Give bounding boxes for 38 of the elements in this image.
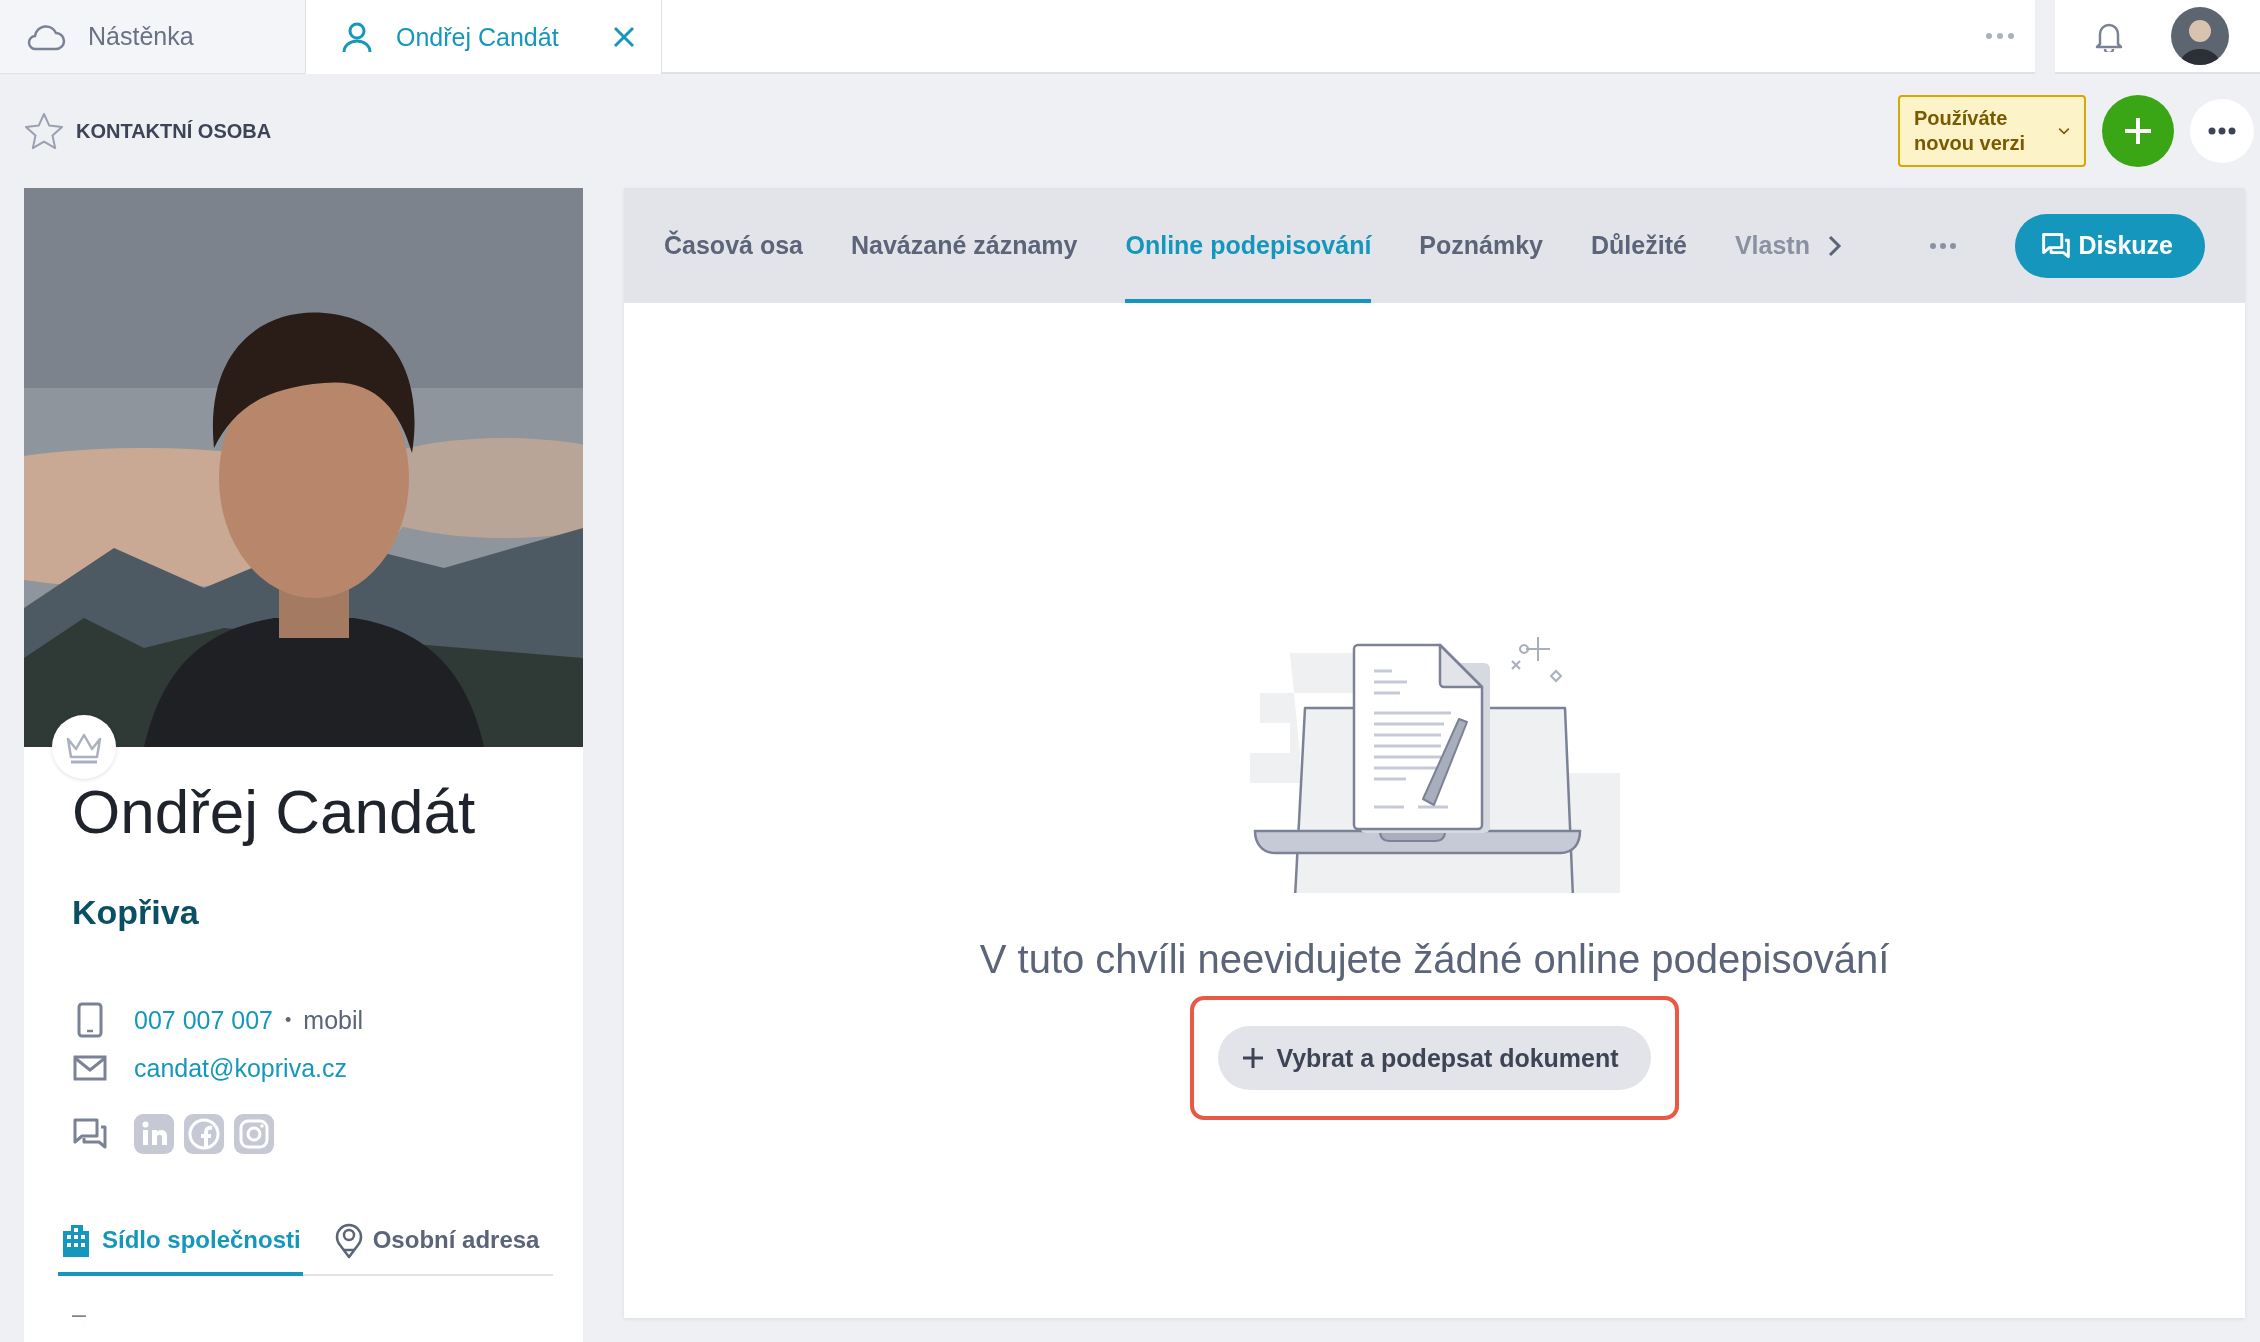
tab[interactable]: Navázané záznamy (850, 188, 1078, 303)
crown-button[interactable] (52, 715, 116, 779)
tab[interactable]: Ondřej Candát (305, 0, 662, 74)
address-tab[interactable]: Osobní adresa (332, 1208, 542, 1277)
person-icon (340, 20, 374, 54)
tab[interactable]: Online podepisování (1125, 188, 1372, 303)
tab[interactable]: Poznámky (1419, 188, 1544, 303)
email-link[interactable]: candat@kopriva.cz (134, 1053, 347, 1083)
avatar[interactable] (2171, 7, 2229, 65)
close-icon[interactable] (613, 26, 635, 48)
location-pin-icon (334, 1221, 363, 1260)
company-link[interactable]: Kopřiva (72, 893, 583, 933)
phone-link[interactable]: 007 007 007 (134, 1005, 274, 1035)
more-icon[interactable] (1928, 241, 1957, 250)
tab[interactable]: Nástěnka (0, 0, 305, 74)
mail-icon (72, 1055, 108, 1082)
page-title: KONTAKTNÍ OSOBA (76, 119, 272, 143)
plus-icon (1242, 1047, 1265, 1069)
empty-state-message: V tuto chvíli neevidujete žádné online podepisování (979, 937, 1890, 982)
favorite-star-icon[interactable] (24, 112, 64, 150)
version-button[interactable]: Používáte novou verzi (1898, 95, 2086, 167)
separator-dot: • (285, 1009, 292, 1031)
address-value: – (72, 1300, 87, 1330)
discussion-button[interactable]: Diskuze (2014, 213, 2205, 278)
more-icon[interactable] (1985, 32, 2015, 40)
tab[interactable]: Časová osa (664, 188, 803, 303)
tab[interactable]: Důležité (1591, 188, 1687, 303)
plus-icon (2123, 116, 2153, 146)
address-tab[interactable]: Sídlo společnosti (58, 1208, 303, 1277)
contact-name: Ondřej Candát (72, 776, 477, 848)
chevron-right-icon[interactable] (1827, 234, 1842, 257)
select-and-sign-button[interactable]: Vybrat a podepsat dokument (1218, 1026, 1651, 1090)
chevron-down-icon (2058, 125, 2070, 137)
more-icon (2208, 127, 2236, 135)
building-icon (60, 1223, 92, 1258)
phone-type: mobil (303, 1005, 364, 1035)
tab[interactable]: Vlastn (1734, 188, 1810, 303)
chat-icon (2040, 231, 2071, 260)
